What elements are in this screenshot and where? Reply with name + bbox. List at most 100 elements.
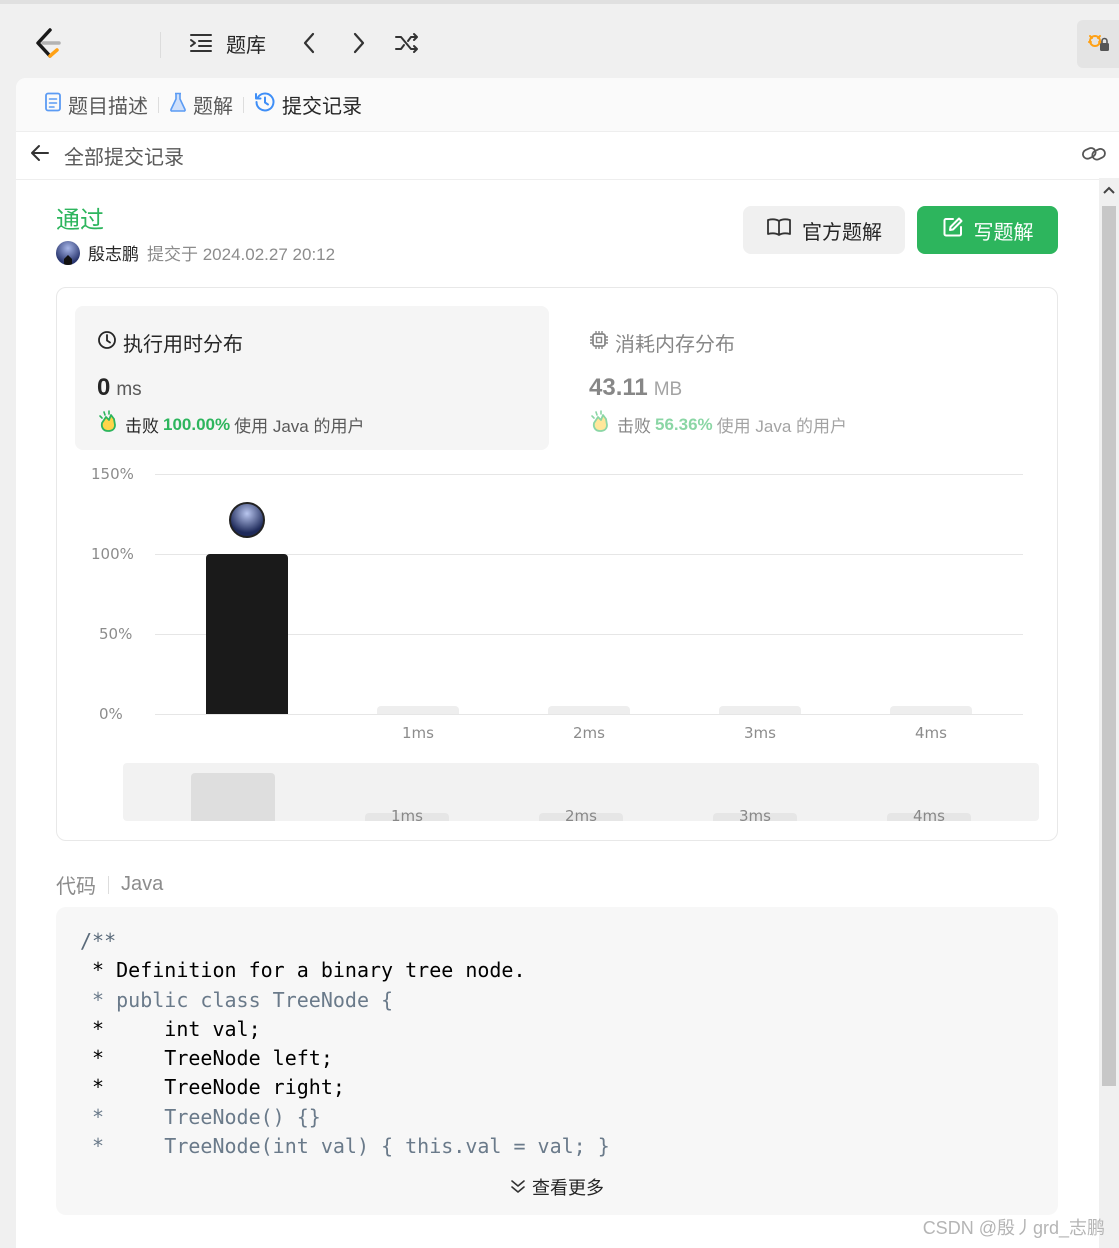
tab-submissions-label: 提交记录: [282, 96, 362, 118]
tab-solutions-label: 题解: [193, 96, 233, 118]
runtime-number: 0: [97, 374, 111, 401]
tab-description-label: 题目描述: [68, 96, 148, 118]
random-problem-button[interactable]: [392, 28, 422, 58]
chevron-left-icon: [294, 28, 324, 58]
link-icon[interactable]: [1081, 144, 1107, 169]
runtime-beat-suffix: 使用 Java 的用户: [234, 417, 365, 436]
code-language: Java: [121, 873, 164, 895]
chart-bar[interactable]: [206, 554, 288, 714]
book-open-icon: [766, 217, 792, 243]
panel-tabs: 题目描述 题解 提交记录: [16, 78, 1119, 132]
memory-beat-label: 击败: [617, 417, 651, 436]
tab-solutions[interactable]: 题解: [159, 90, 243, 119]
code-lines: /** * Definition for a binary tree node.…: [80, 927, 1034, 1161]
memory-beat-suffix: 使用 Java 的用户: [716, 417, 848, 436]
flask-icon: [169, 92, 187, 118]
back-arrow-icon[interactable]: [30, 144, 50, 167]
submissions-subheader: 全部提交记录: [16, 132, 1119, 180]
vertical-scrollbar[interactable]: [1099, 178, 1119, 1248]
shuffle-icon: [392, 28, 422, 58]
tab-description[interactable]: 题目描述: [34, 90, 158, 119]
code-line: * TreeNode() {}: [80, 1104, 321, 1129]
memory-stat-box[interactable]: 消耗内存分布 43.11 MB 击败 56.36% 使用 Java 的用户: [589, 306, 1029, 450]
code-label: 代码: [56, 876, 96, 898]
scroll-up-arrow-icon[interactable]: [1102, 184, 1116, 198]
code-line: * Definition for a binary tree node.: [80, 958, 526, 983]
all-submissions-title[interactable]: 全部提交记录: [64, 141, 184, 170]
chart-bar[interactable]: [548, 706, 630, 714]
top-navbar: 题库: [0, 0, 1119, 78]
chevron-right-icon: [344, 28, 374, 58]
code-line: * int val;: [80, 1016, 261, 1041]
submitter-name[interactable]: 殷志鹏: [88, 240, 139, 265]
chart-y-tick: 0%: [99, 705, 123, 723]
clock-icon: [97, 330, 117, 356]
memory-title: 消耗内存分布: [589, 328, 735, 357]
code-line: /**: [80, 929, 117, 953]
official-solution-button[interactable]: 官方题解: [743, 206, 905, 254]
avatar[interactable]: [56, 240, 80, 265]
performance-card: 执行用时分布 0 ms 击败 100.00% 使用 Java 的用户 消耗内存分布…: [56, 287, 1058, 841]
debug-lock-button[interactable]: [1077, 20, 1119, 68]
runtime-beat: 击败 100.00% 使用 Java 的用户: [97, 410, 364, 439]
leetcode-logo-icon[interactable]: [30, 26, 66, 62]
view-more-button[interactable]: 查看更多: [56, 1174, 1058, 1203]
navbar-divider: [160, 32, 161, 58]
view-more-label: 查看更多: [532, 1177, 604, 1198]
double-chevron-down-icon: [510, 1174, 526, 1203]
clapping-hands-icon: [589, 410, 613, 439]
code-block[interactable]: /** * Definition for a binary tree node.…: [56, 907, 1058, 1215]
runtime-stat-box[interactable]: 执行用时分布 0 ms 击败 100.00% 使用 Java 的用户: [75, 306, 549, 450]
chart-gridline: [155, 714, 1023, 715]
chart-x-tick: 3ms: [744, 724, 776, 742]
bug-lock-icon: [1086, 30, 1110, 59]
code-line: * TreeNode right;: [80, 1075, 345, 1100]
submission-time: 提交于 2024.02.27 20:12: [147, 245, 336, 264]
overview-x-tick: 3ms: [739, 807, 771, 821]
overview-x-tick: 2ms: [565, 807, 597, 821]
chart-x-tick: 2ms: [573, 724, 605, 742]
bar-user-avatar: [229, 502, 265, 538]
memory-number: 43.11: [589, 374, 648, 401]
clapping-hands-icon: [97, 410, 121, 439]
runtime-distribution-chart[interactable]: 150% 100% 50% 0% 1ms 2ms 3ms 4ms: [57, 458, 1059, 758]
chart-bar[interactable]: [377, 706, 459, 714]
chart-bar[interactable]: [890, 706, 972, 714]
problem-list-button[interactable]: 题库: [186, 28, 266, 58]
runtime-unit: ms: [116, 379, 142, 400]
chart-bar[interactable]: [719, 706, 801, 714]
memory-value: 43.11 MB: [589, 374, 682, 402]
memory-unit: MB: [653, 379, 683, 400]
next-problem-button[interactable]: [344, 28, 374, 58]
chart-overview-slider[interactable]: 1ms 2ms 3ms 4ms: [123, 763, 1039, 821]
code-header: 代码 Java: [56, 870, 163, 899]
overview-bar: [191, 773, 275, 821]
chart-y-tick: 150%: [91, 465, 134, 483]
chart-x-tick: 4ms: [915, 724, 947, 742]
code-line: * TreeNode left;: [80, 1046, 333, 1071]
code-line: * TreeNode(int val) { this.val = val; }: [80, 1134, 610, 1159]
prev-problem-button[interactable]: [294, 28, 324, 58]
chart-y-tick: 100%: [91, 545, 134, 563]
write-solution-button[interactable]: 写题解: [917, 206, 1058, 254]
runtime-title-label: 执行用时分布: [123, 334, 243, 356]
list-indent-icon: [186, 28, 216, 58]
write-solution-label: 写题解: [973, 221, 1034, 244]
submission-status: 通过: [56, 207, 104, 234]
chart-y-tick: 50%: [99, 625, 133, 643]
submission-panel: 题目描述 题解 提交记录 全部提交记录 通过 殷志鹏 提交于 2024.02.2…: [16, 78, 1119, 1248]
scrollbar-thumb[interactable]: [1102, 206, 1116, 1086]
tab-submissions[interactable]: 提交记录: [244, 90, 372, 119]
runtime-beat-pct: 100.00%: [163, 414, 231, 434]
edit-icon: [942, 216, 964, 244]
runtime-beat-label: 击败: [125, 417, 159, 436]
watermark: CSDN @殷丿grd_志鹏: [922, 1218, 1105, 1238]
runtime-value: 0 ms: [97, 374, 142, 402]
memory-beat: 击败 56.36% 使用 Java 的用户: [589, 410, 847, 439]
overview-x-tick: 1ms: [391, 807, 423, 821]
document-icon: [44, 92, 62, 118]
overview-x-tick: 4ms: [913, 807, 945, 821]
chart-x-tick: 1ms: [402, 724, 434, 742]
runtime-title: 执行用时分布: [97, 328, 243, 357]
code-line: * public class TreeNode {: [80, 987, 394, 1012]
